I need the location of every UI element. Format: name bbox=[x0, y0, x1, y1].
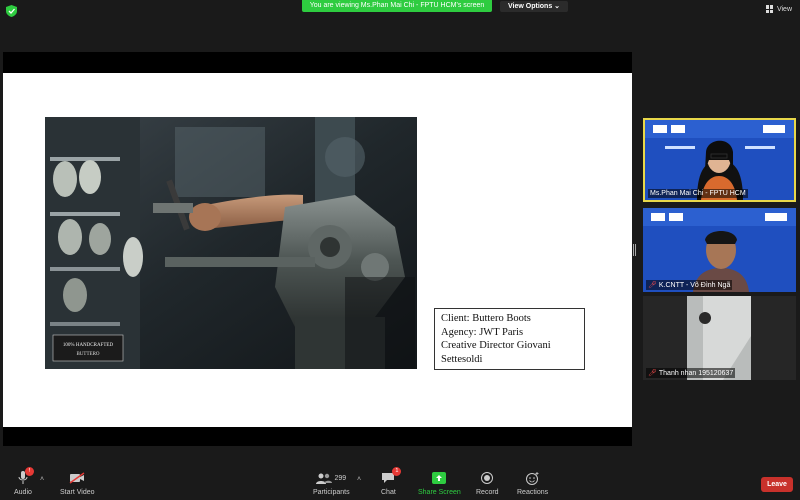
presentation-slide: 100% HANDCRAFTED BUTTERO Client: Buttero… bbox=[3, 73, 632, 427]
creative-director-line: Creative Director Giovani Settesoldi bbox=[441, 340, 551, 365]
top-bar: You are viewing Ms.Phan Mai Chi - FPTU H… bbox=[0, 0, 800, 22]
svg-text:BUTTERO: BUTTERO bbox=[76, 352, 99, 357]
start-video-label: Start Video bbox=[60, 489, 95, 496]
audio-warning-badge: ! bbox=[24, 467, 34, 476]
participants-count: 299 bbox=[334, 474, 347, 482]
slide-photo: 100% HANDCRAFTED BUTTERO bbox=[45, 117, 417, 369]
chat-label: Chat bbox=[381, 489, 396, 496]
video-tile-participant[interactable]: 🎤︎ Thanh nhan 195120637 bbox=[643, 296, 796, 380]
video-tile-active-speaker[interactable]: Ms.Phan Mai Chi - FPTU HCM bbox=[643, 118, 796, 202]
video-off-icon bbox=[69, 472, 85, 484]
svg-text:100% HANDCRAFTED: 100% HANDCRAFTED bbox=[63, 343, 114, 348]
video-tile-participant[interactable]: 🎤︎ K.CNTT - Võ Đình Ngã bbox=[643, 208, 796, 292]
client-line: Client: Buttero Boots bbox=[441, 313, 531, 324]
share-screen-button[interactable]: Share Screen bbox=[418, 470, 461, 496]
mic-muted-icon: 🎤︎ bbox=[648, 370, 657, 377]
audio-options-caret[interactable]: ˄ bbox=[40, 476, 44, 483]
participant-name: Ms.Phan Mai Chi - FPTU HCM bbox=[648, 189, 748, 198]
record-label: Record bbox=[476, 489, 499, 496]
start-video-button[interactable]: Start Video bbox=[60, 470, 95, 496]
panel-resize-handle[interactable] bbox=[633, 244, 636, 256]
record-button[interactable]: Record bbox=[476, 470, 499, 496]
meeting-toolbar: ! Audio ˄ Start Video 299 Participants ˄… bbox=[0, 466, 800, 500]
participants-button[interactable]: 299 Participants bbox=[313, 470, 350, 496]
agency-line: Agency: JWT Paris bbox=[441, 326, 524, 338]
chat-unread-badge: 1 bbox=[392, 467, 402, 476]
view-button-label: View bbox=[776, 5, 792, 13]
chat-button[interactable]: 1 Chat bbox=[381, 467, 402, 496]
speaker-video bbox=[645, 120, 794, 200]
view-options-button[interactable]: View Options ⌄ bbox=[500, 1, 569, 12]
workshop-photo: 100% HANDCRAFTED BUTTERO bbox=[45, 117, 417, 369]
audio-label: Audio bbox=[14, 489, 32, 496]
audio-button[interactable]: ! Audio bbox=[14, 467, 34, 496]
participants-options-caret[interactable]: ˄ bbox=[357, 476, 361, 483]
leave-button[interactable]: Leave bbox=[761, 477, 793, 492]
screen-share-banner: You are viewing Ms.Phan Mai Chi - FPTU H… bbox=[302, 0, 492, 12]
campaign-info-box: Client: Buttero Boots Agency: JWT Paris … bbox=[434, 308, 585, 370]
mic-muted-icon: 🎤︎ bbox=[648, 282, 657, 289]
record-icon bbox=[481, 472, 494, 484]
reactions-button[interactable]: Reactions bbox=[517, 470, 548, 496]
view-button[interactable]: View bbox=[765, 5, 792, 13]
photo-watermark-logo: 100% HANDCRAFTED BUTTERO bbox=[52, 334, 124, 362]
reactions-label: Reactions bbox=[517, 489, 549, 496]
grid-icon bbox=[765, 5, 774, 13]
shield-icon[interactable] bbox=[6, 5, 17, 17]
smiley-icon bbox=[526, 471, 539, 485]
share-screen-label: Share Screen bbox=[418, 489, 461, 496]
zoom-meeting-window: You are viewing Ms.Phan Mai Chi - FPTU H… bbox=[0, 0, 800, 500]
participant-name: 🎤︎ Thanh nhan 195120637 bbox=[646, 368, 736, 378]
participants-label: Participants bbox=[313, 489, 350, 496]
share-screen-icon bbox=[432, 472, 447, 484]
participant-name: 🎤︎ K.CNTT - Võ Đình Ngã bbox=[646, 280, 733, 290]
participants-icon bbox=[316, 473, 333, 484]
